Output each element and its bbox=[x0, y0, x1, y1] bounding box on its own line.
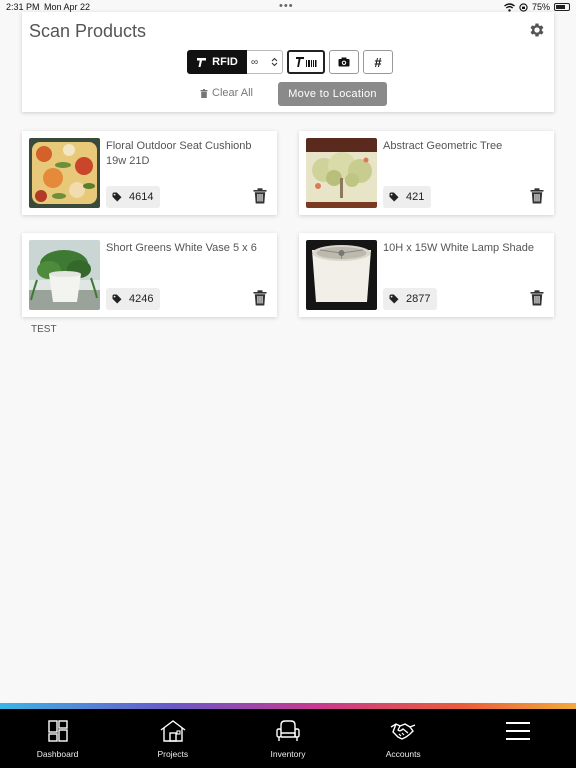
barcode-scanner-button[interactable] bbox=[287, 50, 325, 74]
scan-quantity-select[interactable]: ∞ bbox=[247, 50, 283, 74]
nav-inventory[interactable]: Inventory bbox=[230, 709, 345, 768]
battery-percent: 75% bbox=[531, 2, 550, 12]
tag-number: 4614 bbox=[129, 191, 154, 203]
footer-note: TEST bbox=[31, 324, 57, 335]
delete-trash-icon[interactable] bbox=[253, 188, 267, 204]
product-card[interactable]: Short Greens White Vase 5 x 6 4246 bbox=[22, 233, 277, 317]
nav-projects-label: Projects bbox=[157, 749, 189, 759]
tag-number: 421 bbox=[406, 191, 425, 203]
nav-dashboard-label: Dashboard bbox=[36, 749, 79, 759]
floral-cushion-thumbnail bbox=[29, 138, 100, 208]
house-icon bbox=[160, 720, 186, 742]
product-card[interactable]: Abstract Geometric Tree 421 bbox=[299, 131, 554, 215]
tag-icon bbox=[389, 192, 399, 202]
nav-accounts-label: Accounts bbox=[385, 749, 421, 759]
tag-number-chip: 2877 bbox=[383, 288, 438, 310]
wifi-icon bbox=[504, 2, 515, 12]
status-time: 2:31 PM bbox=[6, 2, 40, 12]
tag-icon bbox=[112, 192, 122, 202]
status-indicators: 75% bbox=[504, 2, 570, 12]
handshake-icon bbox=[390, 723, 416, 740]
tag-icon bbox=[389, 294, 399, 304]
nav-projects[interactable]: Projects bbox=[115, 709, 230, 768]
scan-header-card: Scan Products RFID ∞ # Clear All Move to… bbox=[22, 12, 554, 112]
battery-level bbox=[556, 5, 565, 9]
battery-icon bbox=[554, 3, 570, 11]
tag-number-chip: 4246 bbox=[106, 288, 161, 310]
tag-icon bbox=[112, 294, 122, 304]
chair-icon bbox=[276, 720, 300, 741]
clear-all-label: Clear All bbox=[212, 87, 253, 99]
product-card[interactable]: 10H x 15W White Lamp Shade 2877 bbox=[299, 233, 554, 317]
delete-trash-icon[interactable] bbox=[253, 290, 267, 306]
product-name: Abstract Geometric Tree bbox=[383, 140, 503, 152]
nav-dashboard[interactable]: Dashboard bbox=[0, 709, 115, 768]
tag-number-chip: 421 bbox=[383, 186, 432, 208]
camera-icon bbox=[338, 57, 350, 67]
product-name: Short Greens White Vase 5 x 6 bbox=[106, 242, 257, 254]
delete-trash-icon[interactable] bbox=[530, 290, 544, 306]
nav-accounts[interactable]: Accounts bbox=[346, 709, 461, 768]
camera-scan-button[interactable] bbox=[329, 50, 359, 74]
delete-trash-icon[interactable] bbox=[530, 188, 544, 204]
product-card[interactable]: Floral Outdoor Seat Cushionb 19w 21D 461… bbox=[22, 131, 277, 215]
bottom-nav: Dashboard Projects Inventory Accounts bbox=[0, 709, 576, 768]
stepper-arrows-icon bbox=[271, 57, 278, 67]
rfid-label: RFID bbox=[212, 56, 238, 68]
orientation-lock-icon bbox=[519, 2, 528, 12]
dashboard-icon bbox=[47, 720, 68, 742]
gear-icon[interactable] bbox=[528, 21, 546, 39]
scan-quantity-value: ∞ bbox=[251, 56, 259, 68]
nav-inventory-label: Inventory bbox=[270, 749, 306, 759]
page-title: Scan Products bbox=[29, 21, 147, 41]
multitasking-dots-icon[interactable]: ••• bbox=[279, 0, 294, 12]
rfid-gun-icon bbox=[197, 57, 207, 67]
tag-number-chip: 4614 bbox=[106, 186, 161, 208]
nav-menu[interactable] bbox=[461, 709, 576, 768]
manual-entry-button[interactable]: # bbox=[363, 50, 393, 74]
menu-icon bbox=[506, 722, 531, 740]
trash-icon bbox=[200, 88, 208, 98]
status-date: Mon Apr 22 bbox=[44, 2, 91, 12]
move-to-location-button[interactable]: Move to Location bbox=[278, 82, 387, 106]
scan-mode-toolbar: RFID ∞ # bbox=[187, 50, 393, 74]
geometric-tree-art-thumbnail bbox=[306, 138, 377, 208]
product-name: 10H x 15W White Lamp Shade bbox=[383, 242, 535, 254]
barcode-scanner-icon bbox=[296, 57, 317, 67]
hash-icon: # bbox=[374, 54, 382, 70]
clear-all-button[interactable]: Clear All bbox=[200, 87, 253, 99]
lamp-shade-thumbnail bbox=[306, 240, 377, 310]
rfid-scan-button[interactable]: RFID bbox=[187, 50, 247, 74]
product-name: Floral Outdoor Seat Cushionb 19w 21D bbox=[106, 140, 252, 167]
tag-number: 2877 bbox=[406, 293, 431, 305]
plant-vase-thumbnail bbox=[29, 240, 100, 310]
tag-number: 4246 bbox=[129, 293, 154, 305]
